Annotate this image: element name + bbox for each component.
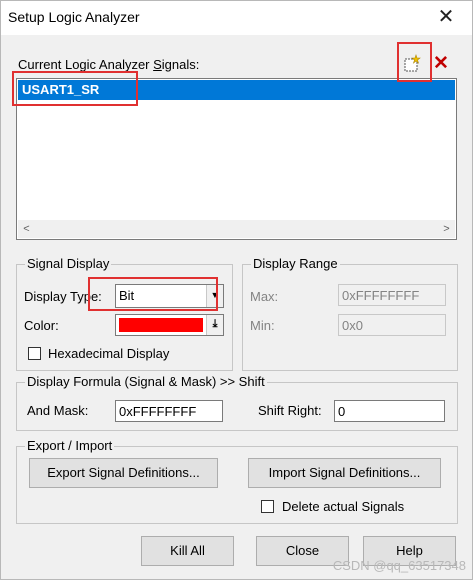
delete-actual-signals-checkbox[interactable] (261, 500, 274, 513)
max-value-field[interactable]: 0xFFFFFFFF (338, 284, 446, 306)
min-label: Min: (250, 318, 275, 333)
and-mask-label: And Mask: (27, 403, 89, 418)
scroll-left-icon[interactable]: < (18, 220, 35, 238)
kill-all-button[interactable]: Kill All (141, 536, 234, 566)
horizontal-scrollbar[interactable]: < > (18, 220, 455, 238)
signals-label-accel: S (153, 57, 162, 72)
display-range-title: Display Range (251, 256, 340, 271)
window-close-icon[interactable]: ✕ (434, 5, 458, 29)
and-mask-input[interactable]: 0xFFFFFFFF (115, 400, 223, 422)
signals-label-part1: Current Logic Analyzer (18, 57, 154, 72)
export-import-title: Export / Import (25, 438, 115, 453)
new-signal-icon (404, 54, 421, 72)
color-label: Color: (24, 318, 59, 333)
hexadecimal-display-checkbox[interactable] (28, 347, 41, 360)
signals-label-part2: ignals: (161, 57, 200, 72)
delete-signal-button[interactable]: ✕ (430, 53, 452, 75)
color-swatch (119, 318, 203, 332)
color-dropdown-icon[interactable]: ⤓ (206, 315, 223, 335)
scroll-right-icon[interactable]: > (438, 220, 455, 238)
signal-display-title: Signal Display (25, 256, 112, 271)
new-signal-button[interactable] (401, 53, 423, 75)
display-formula-title: Display Formula (Signal & Mask) >> Shift (25, 374, 267, 389)
hexadecimal-display-label: Hexadecimal Display (48, 346, 170, 361)
max-label: Max: (250, 289, 279, 304)
display-type-label: Display Type: (24, 289, 102, 304)
setup-logic-analyzer-dialog: Setup Logic Analyzer ✕ Current Logic Ana… (0, 0, 473, 580)
shift-right-input[interactable]: 0 (334, 400, 445, 422)
title-bar: Setup Logic Analyzer ✕ (1, 1, 472, 35)
color-picker[interactable]: ⤓ (115, 314, 224, 336)
delete-actual-signals-label: Delete actual Signals (282, 499, 405, 514)
display-type-combobox[interactable]: Bit ▼ (115, 284, 224, 308)
signal-list-item[interactable]: USART1_SR (18, 80, 455, 100)
watermark: CSDN @qq_63517348 (332, 558, 466, 573)
min-value-field[interactable]: 0x0 (338, 314, 446, 336)
import-signal-definitions-button[interactable]: Import Signal Definitions... (248, 458, 441, 488)
shift-right-label: Shift Right: (258, 403, 322, 418)
chevron-down-icon[interactable]: ▼ (206, 285, 223, 307)
display-type-value: Bit (119, 288, 135, 303)
window-title: Setup Logic Analyzer (8, 9, 140, 25)
signals-list-label: Current Logic Analyzer Signals: (18, 57, 199, 72)
delete-signal-icon: ✕ (433, 53, 449, 74)
signals-listbox[interactable]: USART1_SR < > (16, 78, 457, 240)
export-signal-definitions-button[interactable]: Export Signal Definitions... (29, 458, 218, 488)
